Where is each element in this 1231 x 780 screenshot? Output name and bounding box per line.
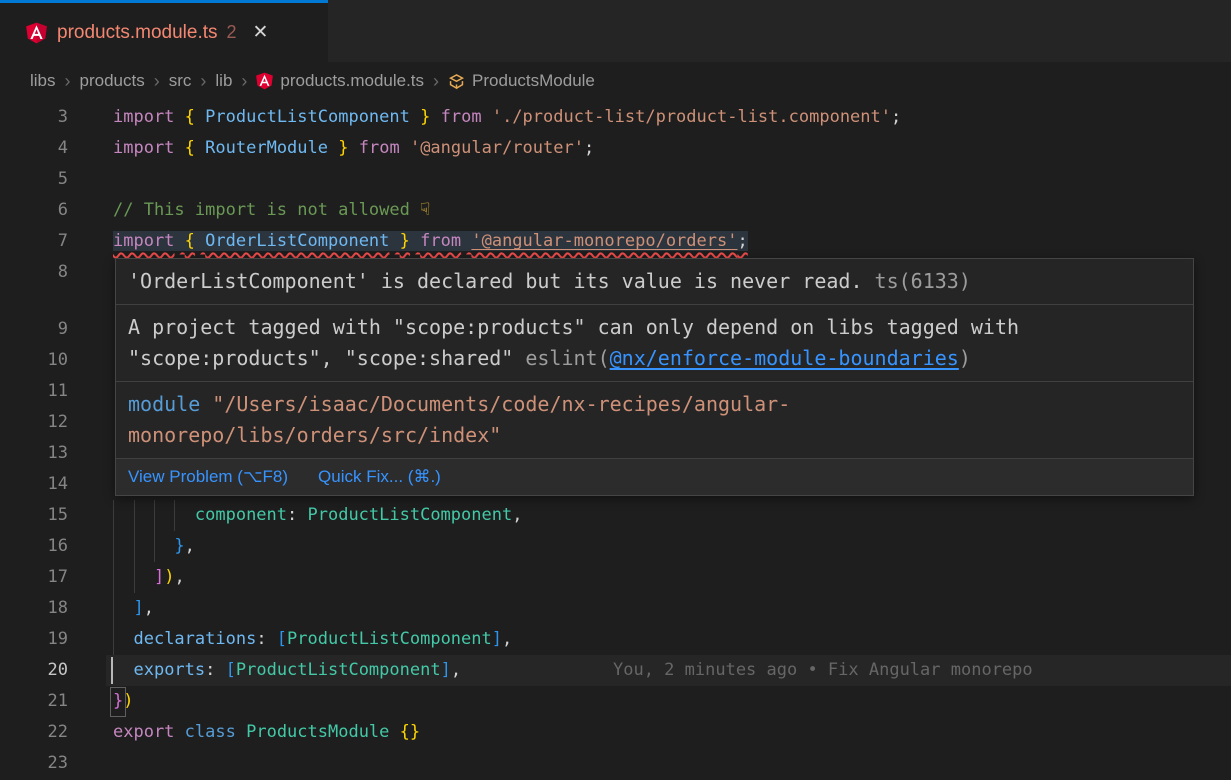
breadcrumb-separator: › xyxy=(241,71,247,92)
code-line-6[interactable]: // This import is not allowed ☟ xyxy=(113,195,430,226)
line-number-20: 20 xyxy=(0,655,68,686)
quick-fix-link[interactable]: Quick Fix... (⌘.) xyxy=(318,467,441,487)
breadcrumb-label: products xyxy=(80,71,145,91)
breadcrumb-item-productsmodule[interactable]: ProductsModule xyxy=(448,71,595,91)
breadcrumb-label: products.module.ts xyxy=(280,71,424,91)
editor[interactable]: 3 import { ProductListComponent } from '.… xyxy=(0,100,1231,780)
line-number-10: 10 xyxy=(0,345,68,376)
code-line-15[interactable]: component: ProductListComponent, xyxy=(113,500,522,531)
hover-section-module-info: module "/Users/isaac/Documents/code/nx-r… xyxy=(116,382,1193,459)
breadcrumb-label: lib xyxy=(215,71,232,91)
bracket-match-box xyxy=(110,687,126,717)
tab-products-module[interactable]: products.module.ts 2 ✕ xyxy=(0,0,328,62)
error-squiggle: import { OrderListComponent } from '@ang… xyxy=(113,231,748,251)
hover-widget: 'OrderListComponent' is declared but its… xyxy=(115,258,1194,496)
line-number-19: 19 xyxy=(0,624,68,655)
code-line-19[interactable]: declarations: [ProductListComponent], xyxy=(113,624,512,655)
git-blame-annotation: You, 2 minutes ago • Fix Angular monorep… xyxy=(613,655,1033,686)
code-line-7[interactable]: import { OrderListComponent } from '@ang… xyxy=(113,226,748,257)
hover-section-eslint-diagnostic: A project tagged with "scope:products" c… xyxy=(116,305,1193,382)
code-line-20[interactable]: exports: [ProductListComponent], xyxy=(113,655,461,686)
tab-bar: products.module.ts 2 ✕ xyxy=(0,0,1231,62)
line-number-6: 6 xyxy=(0,195,68,226)
angular-icon xyxy=(256,72,273,90)
line-number-17: 17 xyxy=(0,562,68,593)
class-symbol-icon xyxy=(448,73,465,90)
line-number-22: 22 xyxy=(0,717,68,748)
breadcrumb-item-libs[interactable]: libs xyxy=(30,71,56,91)
line-number-13: 13 xyxy=(0,438,68,469)
line-number-7: 7 xyxy=(0,226,68,257)
line-number-5: 5 xyxy=(0,164,68,195)
breadcrumb-item-src[interactable]: src xyxy=(169,71,192,91)
breadcrumb-separator: › xyxy=(433,71,439,92)
line-number-3: 3 xyxy=(0,102,68,133)
code-line-3[interactable]: import { ProductListComponent } from './… xyxy=(113,102,901,133)
line-number-9: 9 xyxy=(0,314,68,345)
eslint-rule-link[interactable]: @nx/enforce-module-boundaries xyxy=(610,346,959,370)
line-number-21: 21 xyxy=(0,686,68,717)
breadcrumb-separator: › xyxy=(65,71,71,92)
breadcrumb-item-products.module.ts[interactable]: products.module.ts xyxy=(256,71,424,91)
line-number-4: 4 xyxy=(0,133,68,164)
line-number-15: 15 xyxy=(0,500,68,531)
code-line-17[interactable]: ]), xyxy=(113,562,185,593)
breadcrumb-label: libs xyxy=(30,71,56,91)
hover-status-bar: View Problem (⌥F8) Quick Fix... (⌘.) xyxy=(116,459,1193,495)
line-number-12: 12 xyxy=(0,407,68,438)
code-line-16[interactable]: }, xyxy=(113,531,195,562)
text-cursor xyxy=(111,657,113,684)
breadcrumb-item-products[interactable]: products xyxy=(80,71,145,91)
tab-title: products.module.ts xyxy=(57,22,218,44)
angular-icon xyxy=(26,22,47,44)
line-number-23: 23 xyxy=(0,748,68,779)
line-number-16: 16 xyxy=(0,531,68,562)
line-number-14: 14 xyxy=(0,469,68,500)
breadcrumb-item-lib[interactable]: lib xyxy=(215,71,232,91)
hover-section-ts-diagnostic: 'OrderListComponent' is declared but its… xyxy=(116,259,1193,305)
line-number-18: 18 xyxy=(0,593,68,624)
breadcrumb-label: src xyxy=(169,71,192,91)
breadcrumb: libs › products › src › lib › products.module.t… xyxy=(0,62,1231,100)
tab-problem-count: 2 xyxy=(227,22,237,43)
vscode-window: products.module.ts 2 ✕ libs › products › src… xyxy=(0,0,1231,780)
line-number-11: 11 xyxy=(0,376,68,407)
line-number-8: 8 xyxy=(0,257,68,288)
breadcrumb-separator: › xyxy=(200,71,206,92)
view-problem-link[interactable]: View Problem (⌥F8) xyxy=(128,467,288,487)
breadcrumb-separator: › xyxy=(154,71,160,92)
code-line-18[interactable]: ], xyxy=(113,593,154,624)
code-line-4[interactable]: import { RouterModule } from '@angular/r… xyxy=(113,133,594,164)
code-line-22[interactable]: export class ProductsModule {} xyxy=(113,717,420,748)
breadcrumb-label: ProductsModule xyxy=(472,71,595,91)
close-icon[interactable]: ✕ xyxy=(253,21,269,44)
